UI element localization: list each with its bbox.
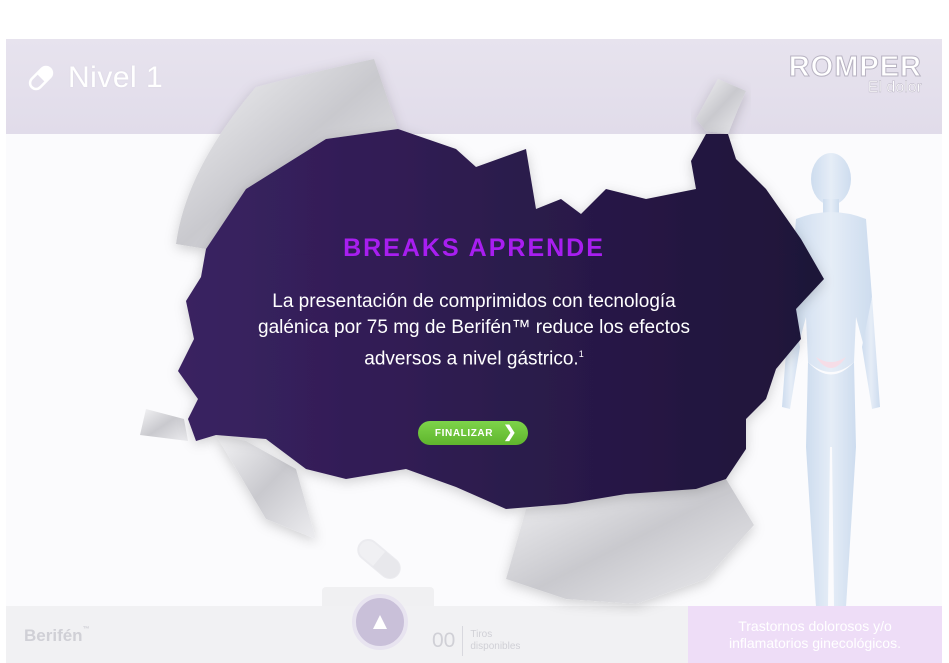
paper-curl-left	[140, 409, 188, 441]
finalizar-label: FINALIZAR	[434, 427, 494, 439]
finalizar-button[interactable]: FINALIZAR ❯	[418, 421, 528, 445]
game-stage: Nivel 1 ROMPER El dolor Berifén™ 00 Tiro…	[6, 39, 942, 663]
card-body-text: La presentación de comprimidos con tecno…	[258, 291, 690, 370]
chevron-right-icon: ❯	[503, 424, 518, 441]
card-title: BREAKS APRENDE	[343, 234, 605, 262]
footnote-mark: 1	[578, 349, 584, 359]
card-content: BREAKS APRENDE La presentación de compri…	[256, 234, 692, 372]
paper-curl-top-right	[696, 79, 746, 134]
card-body: La presentación de comprimidos con tecno…	[256, 289, 692, 372]
